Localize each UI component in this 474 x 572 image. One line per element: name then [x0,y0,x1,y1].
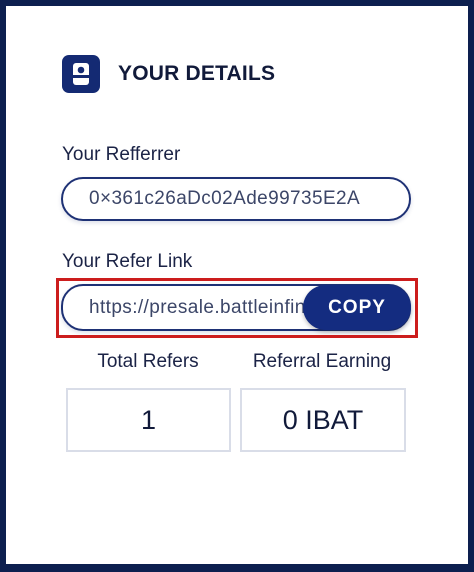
referral-earning-value: 0 IBAT [240,388,406,452]
referrer-value: 0×361c26aDc02Ade99735E2A [89,188,361,209]
card-header: YOUR DETAILS [62,55,275,93]
page-title: YOUR DETAILS [118,62,276,85]
referral-earning-label: Referral Earning [252,351,392,372]
user-icon [62,55,100,93]
highlight-box [56,278,418,338]
total-refers-value: 1 [66,388,231,452]
referrer-field[interactable]: 0×361c26aDc02Ade99735E2A [61,177,411,221]
refer-link-label: Your Refer Link [62,251,193,272]
referrer-label: Your Refferrer [62,144,181,165]
your-details-card: YOUR DETAILS Your Refferrer 0×361c26aDc0… [6,6,468,564]
total-refers-label: Total Refers [97,351,199,372]
